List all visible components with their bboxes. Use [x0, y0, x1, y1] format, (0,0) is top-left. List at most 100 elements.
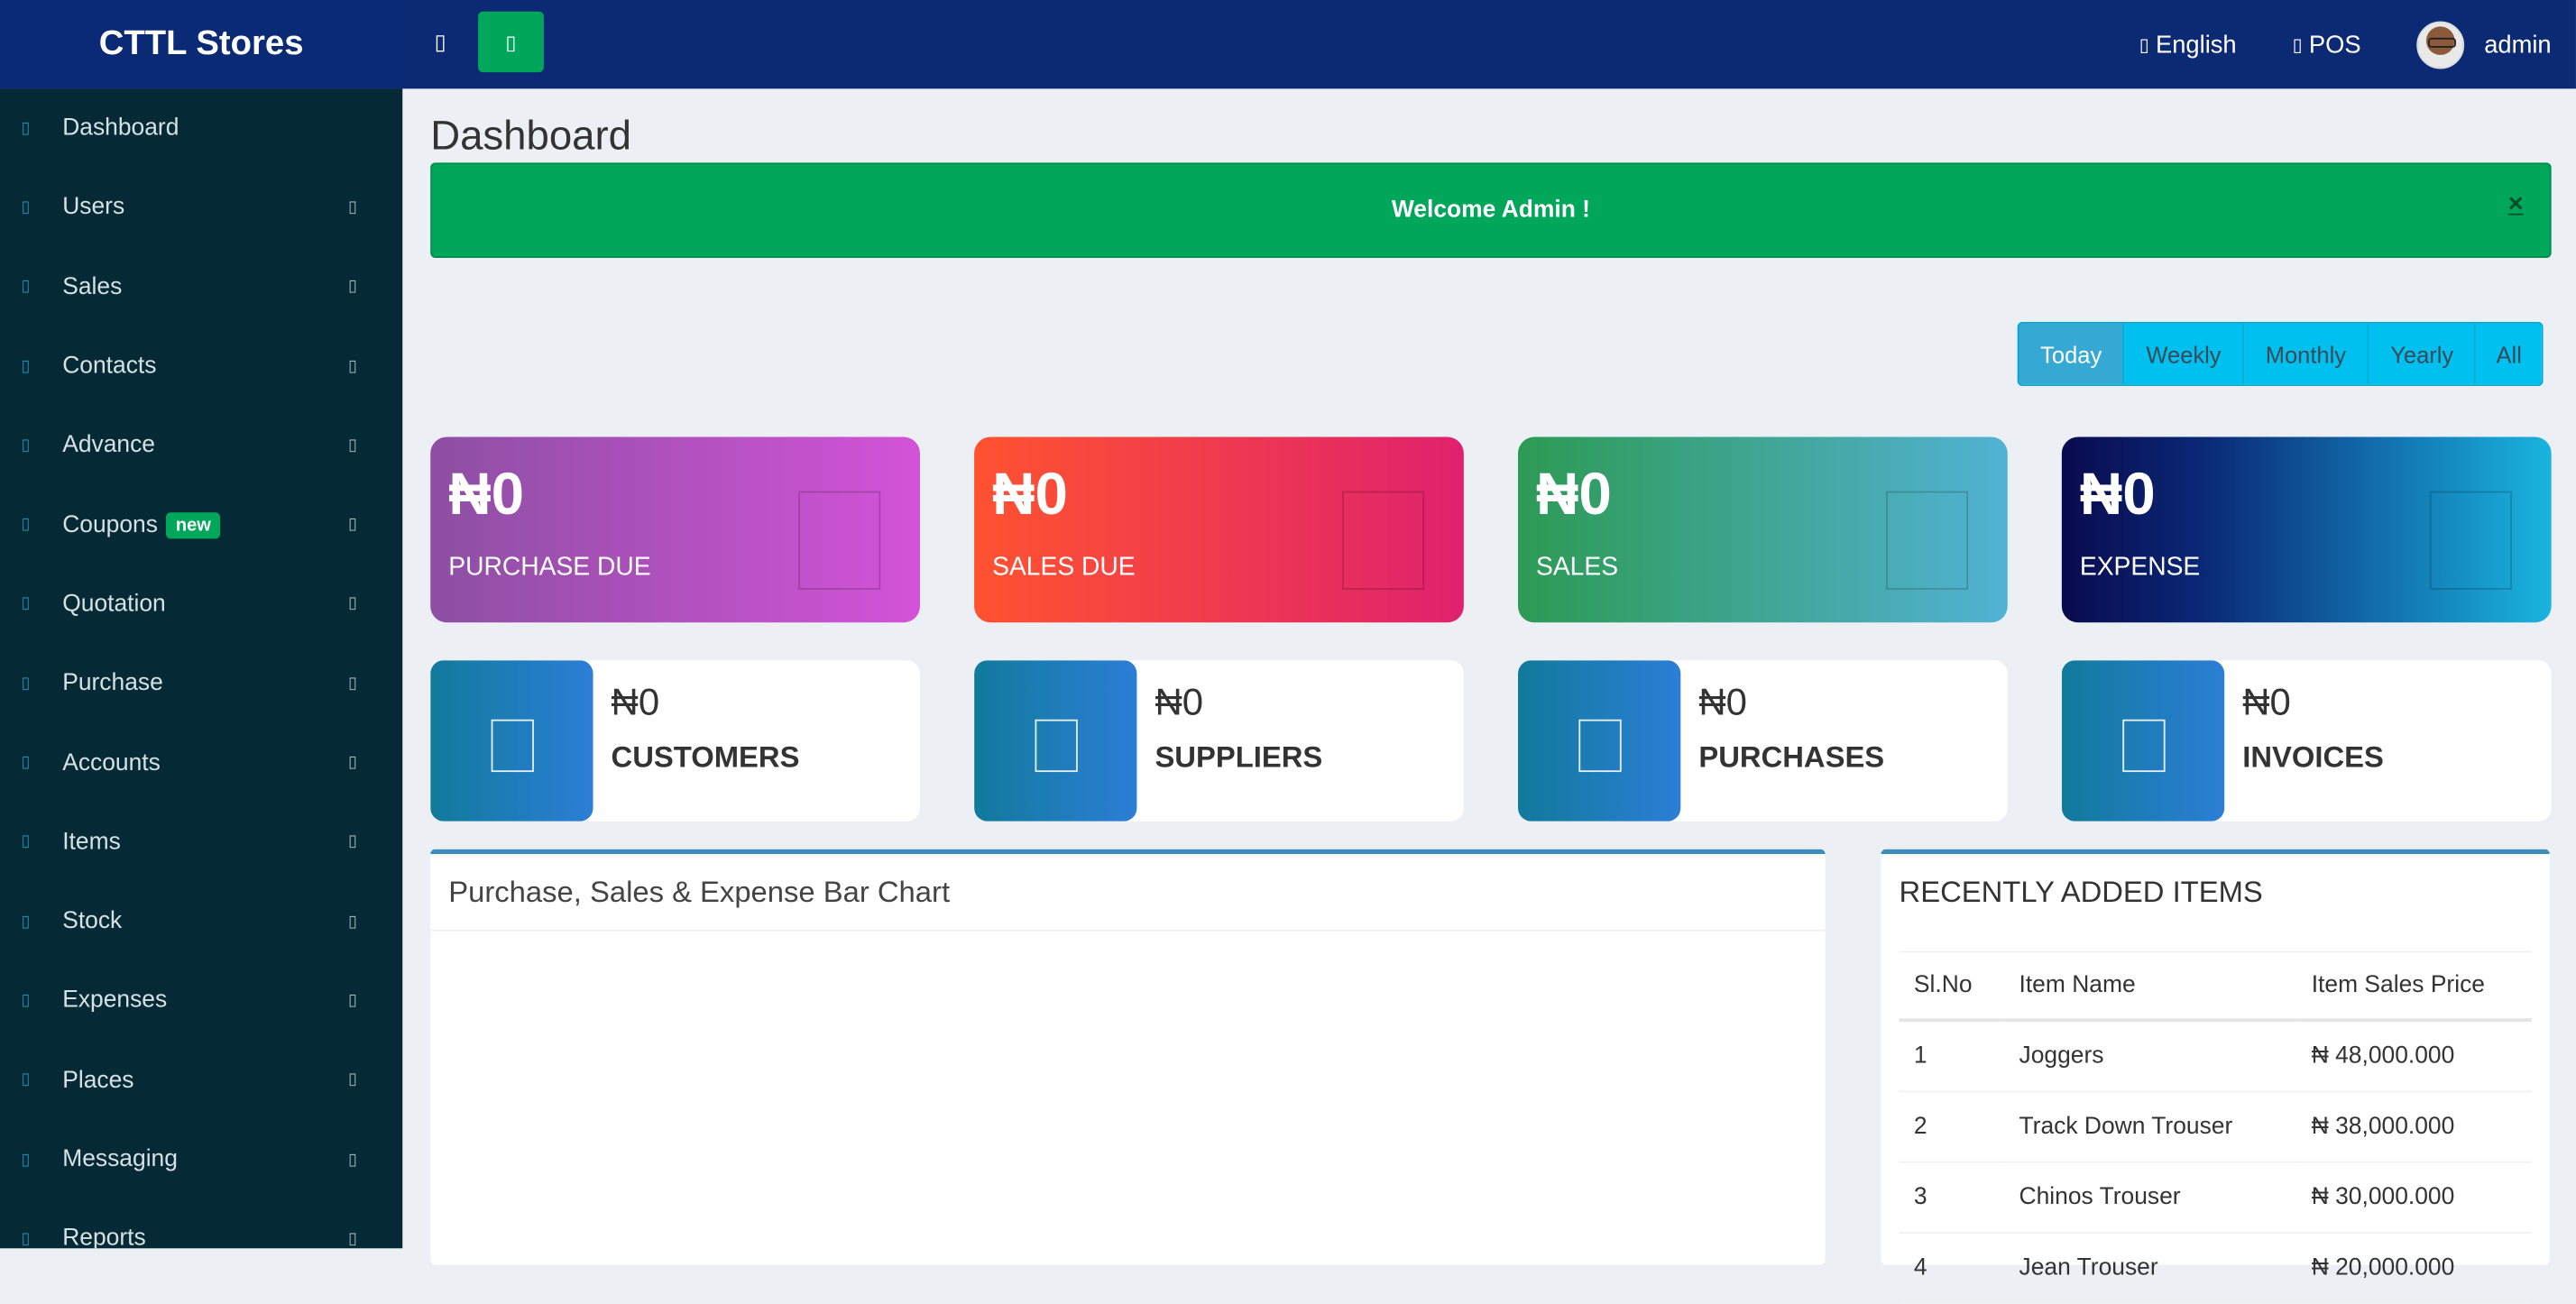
- chevron-left-icon: ▯: [348, 754, 358, 773]
- stat-icon: [2429, 491, 2512, 590]
- user-menu[interactable]: admin: [2416, 20, 2552, 69]
- sidebar-item-label: Users: [62, 194, 125, 221]
- sidebar-item-messaging[interactable]: ▯ Messaging ▯: [0, 1120, 402, 1199]
- sidebar-item-users[interactable]: ▯ Users ▯: [0, 168, 402, 247]
- recent-items-title: RECENTLY ADDED ITEMS: [1899, 874, 2263, 908]
- stat-card-purchase-due: ₦0 PURCHASE DUE: [430, 436, 920, 623]
- table-row: 3 Chinos Trouser ₦ 30,000.000: [1899, 1162, 2532, 1234]
- sidebar-messaging-icon: ▯: [21, 1150, 31, 1169]
- info-box-invoices: ₦0 INVOICES: [2061, 660, 2552, 822]
- sidebar-item-expenses[interactable]: ▯ Expenses ▯: [0, 961, 402, 1041]
- period-button-yearly[interactable]: Yearly: [2369, 323, 2477, 385]
- info-value: ₦0: [2242, 680, 2291, 723]
- pos-link[interactable]: ▯ POS: [2293, 31, 2361, 59]
- sidebar-item-label: Advance: [62, 432, 156, 459]
- alert-message: Welcome Admin !: [1391, 197, 1590, 224]
- sidebar-sales-icon: ▯: [21, 278, 31, 297]
- table-cell: Joggers: [2004, 1020, 2297, 1093]
- sidebar-purchase-icon: ▯: [21, 675, 31, 693]
- sidebar-item-places[interactable]: ▯ Places ▯: [0, 1041, 402, 1120]
- table-cell: 1: [1899, 1020, 2005, 1093]
- sidebar-item-sales[interactable]: ▯ Sales ▯: [0, 247, 402, 326]
- sidebar-item-coupons[interactable]: ▯ Coupons new ▯: [0, 485, 402, 565]
- chevron-left-icon: ▯: [348, 278, 358, 297]
- calculator-button[interactable]: ▯: [478, 11, 544, 73]
- sidebar-item-advance[interactable]: ▯ Advance ▯: [0, 406, 402, 485]
- invoice-icon: [2061, 660, 2225, 822]
- top-nav-right: ▯ English ▯ POS admin: [2139, 0, 2552, 88]
- close-icon[interactable]: ×: [2508, 190, 2524, 220]
- new-badge: new: [165, 511, 221, 538]
- stat-label: SALES: [1536, 553, 1619, 582]
- sidebar-expenses-icon: ▯: [21, 991, 31, 1010]
- info-value: ₦0: [1698, 680, 1747, 723]
- sidebar-quotation-icon: ▯: [21, 595, 31, 614]
- language-selector[interactable]: ▯ English: [2139, 31, 2237, 59]
- info-label: CUSTOMERS: [611, 740, 800, 774]
- sidebar-dashboard-icon: ▯: [21, 119, 31, 138]
- sidebar-item-reports[interactable]: ▯ Reports ▯: [0, 1199, 402, 1248]
- table-cell: 2: [1899, 1091, 2005, 1163]
- sidebar-item-contacts[interactable]: ▯ Contacts ▯: [0, 326, 402, 406]
- chevron-left-icon: ▯: [348, 595, 358, 614]
- recent-items-panel: RECENTLY ADDED ITEMS Sl.No Item Name Ite…: [1881, 849, 2550, 1304]
- sidebar-item-accounts[interactable]: ▯ Accounts ▯: [0, 723, 402, 803]
- info-value: ₦0: [1155, 680, 1204, 723]
- chevron-left-icon: ▯: [348, 991, 358, 1010]
- table-cell: ₦ 38,000.000: [2296, 1091, 2532, 1163]
- pos-icon: ▯: [2292, 33, 2303, 56]
- period-button-today[interactable]: Today: [2019, 323, 2125, 385]
- sidebar-item-label: Coupons: [62, 511, 158, 538]
- table-cell: Chinos Trouser: [2004, 1162, 2297, 1234]
- stat-label: PURCHASE DUE: [448, 553, 651, 582]
- users-icon: [430, 660, 593, 822]
- table-row: 4 Jean Trouser ₦ 20,000.000: [1899, 1232, 2532, 1304]
- chevron-left-icon: ▯: [348, 833, 358, 852]
- chevron-left-icon: ▯: [348, 516, 358, 535]
- bars-icon[interactable]: ▯: [419, 23, 461, 62]
- info-label: SUPPLIERS: [1155, 740, 1323, 774]
- chevron-left-icon: ▯: [348, 1150, 358, 1169]
- stat-card-sales-due: ₦0 SALES DUE: [974, 436, 1464, 623]
- stat-label: EXPENSE: [2079, 553, 2201, 582]
- column-header: Sl.No: [1899, 950, 2005, 1022]
- sidebar-stock-icon: ▯: [21, 912, 31, 932]
- table-cell: Track Down Trouser: [2004, 1091, 2297, 1163]
- info-box-purchases: ₦0 PURCHASES: [1517, 660, 2008, 822]
- sidebar-item-stock[interactable]: ▯ Stock ▯: [0, 882, 402, 961]
- language-label: English: [2156, 30, 2237, 59]
- sidebar-item-label: Accounts: [62, 749, 161, 776]
- table-row: 2 Track Down Trouser ₦ 38,000.000: [1899, 1091, 2532, 1163]
- sidebar-item-label: Quotation: [62, 591, 166, 618]
- sidebar-item-quotation[interactable]: ▯ Quotation ▯: [0, 565, 402, 644]
- sidebar-item-dashboard[interactable]: ▯ Dashboard: [0, 88, 402, 168]
- period-button-monthly[interactable]: Monthly: [2244, 323, 2369, 385]
- table-header-row: Sl.No Item Name Item Sales Price: [1899, 950, 2532, 1022]
- chevron-left-icon: ▯: [348, 436, 358, 455]
- sidebar-item-label: Dashboard: [62, 115, 179, 142]
- sidebar-item-items[interactable]: ▯ Items ▯: [0, 803, 402, 882]
- sidebar-accounts-icon: ▯: [21, 754, 31, 773]
- page-title: Dashboard: [430, 113, 631, 160]
- pos-label: POS: [2308, 30, 2361, 59]
- sidebar-item-label: Messaging: [62, 1146, 178, 1173]
- period-button-all[interactable]: All: [2476, 323, 2542, 385]
- chevron-left-icon: ▯: [348, 1070, 358, 1089]
- table-cell: 4: [1899, 1232, 2005, 1304]
- chart-panel-title: Purchase, Sales & Expense Bar Chart: [430, 854, 1826, 932]
- table-cell: ₦ 30,000.000: [2296, 1162, 2532, 1234]
- stat-icon: [798, 491, 881, 590]
- info-label: INVOICES: [2242, 740, 2384, 774]
- info-value: ₦0: [611, 680, 660, 723]
- stat-value: ₦0: [1536, 459, 1612, 528]
- info-label: PURCHASES: [1698, 740, 1885, 774]
- chevron-left-icon: ▯: [348, 198, 358, 217]
- chevron-left-icon: ▯: [348, 912, 358, 932]
- chevron-left-icon: ▯: [348, 675, 358, 693]
- stat-icon: [1342, 491, 1425, 590]
- sidebar-items-icon: ▯: [21, 833, 31, 852]
- brand-logo[interactable]: CTTL Stores: [0, 0, 403, 89]
- period-button-weekly[interactable]: Weekly: [2124, 323, 2245, 385]
- user-name: admin: [2484, 30, 2552, 59]
- sidebar-item-purchase[interactable]: ▯ Purchase ▯: [0, 644, 402, 723]
